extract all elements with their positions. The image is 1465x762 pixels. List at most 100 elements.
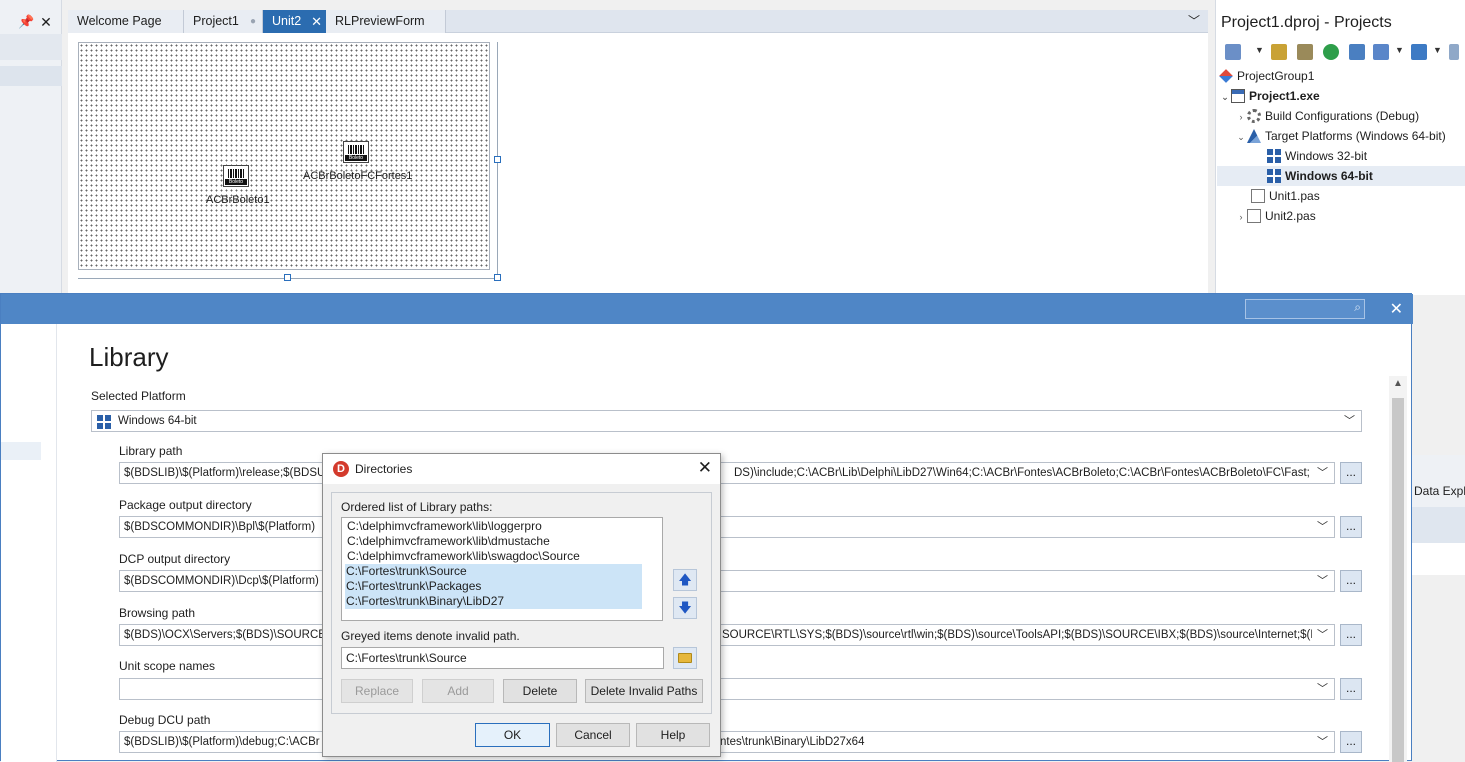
debug-dcu-browse-button[interactable]: ... <box>1340 731 1362 753</box>
list-item[interactable]: C:\delphimvcframework\lib\dmustache <box>346 534 642 549</box>
tree-item-windows-64[interactable]: Windows 64-bit <box>1217 166 1465 186</box>
barcode-icon[interactable]: Boleto <box>343 141 369 163</box>
chevron-down-icon[interactable]: ⌄ <box>1219 87 1231 107</box>
list-item[interactable]: C:\Fortes\trunk\Binary\LibD27 <box>345 594 642 609</box>
scroll-up-icon[interactable]: ▲ <box>1393 378 1403 389</box>
path-input[interactable]: C:\Fortes\trunk\Source <box>341 647 664 669</box>
close-icon[interactable]: ✕ <box>698 458 712 478</box>
directories-dialog: D Directories ✕ Ordered list of Library … <box>322 453 721 757</box>
tree-item-target-platforms[interactable]: ⌄ Target Platforms (Windows 64-bit) <box>1235 126 1446 146</box>
options-icon[interactable] <box>1449 44 1459 60</box>
tree-item-unit1[interactable]: Unit1.pas <box>1251 186 1320 206</box>
package-output-field[interactable]: $(BDSCOMMONDIR)\Bpl\$(Platform) ﹀ <box>119 516 1335 538</box>
build-all-icon[interactable] <box>1411 44 1427 60</box>
form-canvas[interactable] <box>78 42 490 270</box>
resize-grip[interactable] <box>494 156 501 163</box>
dcp-output-browse-button[interactable]: ... <box>1340 570 1362 592</box>
list-scrollbar[interactable]: ▲ ▼ <box>662 518 663 620</box>
project-group-icon <box>1219 69 1233 83</box>
tree-item-projectgroup[interactable]: ProjectGroup1 <box>1219 66 1314 86</box>
library-path-field[interactable]: $(BDSLIB)\$(Platform)\release;$(BDSUS DS… <box>119 462 1335 484</box>
target-platforms-icon <box>1247 129 1261 143</box>
browsing-path-browse-button[interactable]: ... <box>1340 624 1362 646</box>
page-title: Library <box>89 342 169 372</box>
refresh-icon[interactable] <box>1323 44 1339 60</box>
compile-icon[interactable] <box>1373 44 1389 60</box>
tree-label: Windows 64-bit <box>1285 169 1373 183</box>
chevron-down-icon: ﹀ <box>1317 521 1328 533</box>
close-tab-icon[interactable]: ✕ <box>311 10 322 33</box>
move-down-button[interactable]: 🡇 <box>673 597 697 619</box>
ok-button[interactable]: OK <box>475 723 550 747</box>
delphi-logo-icon: D <box>333 461 349 477</box>
left-panel <box>0 0 62 295</box>
selected-platform-label: Selected Platform <box>91 389 186 403</box>
help-button[interactable]: Help <box>636 723 710 747</box>
tab-welcome-page[interactable]: Welcome Page <box>68 10 184 33</box>
delete-button[interactable]: Delete <box>503 679 577 703</box>
list-item[interactable]: C:\delphimvcframework\lib\swagdoc\Source <box>346 549 642 564</box>
chevron-down-icon[interactable]: ▼ <box>1433 45 1442 55</box>
chevron-down-icon[interactable]: ▼ <box>1255 45 1264 55</box>
library-path-browse-button[interactable]: ... <box>1340 462 1362 484</box>
resize-grip[interactable] <box>494 274 501 281</box>
gear-icon <box>1247 109 1261 123</box>
new-item-icon[interactable] <box>1225 44 1241 60</box>
close-icon[interactable]: ✕ <box>38 14 54 30</box>
tree-item-project1-exe[interactable]: ⌄ Project1.exe <box>1219 86 1320 106</box>
chevron-down-icon[interactable]: ﹀ <box>1188 10 1200 33</box>
list-item[interactable]: C:\Fortes\trunk\Source <box>345 564 642 579</box>
left-panel-row[interactable] <box>0 66 62 86</box>
left-panel-row[interactable] <box>0 34 62 60</box>
tree-item-unit2[interactable]: › Unit2.pas <box>1235 206 1316 226</box>
add-folder-icon[interactable] <box>1271 44 1287 60</box>
dcp-output-field[interactable]: $(BDSCOMMONDIR)\Dcp\$(Platform) ﹀ <box>119 570 1335 592</box>
resize-grip[interactable] <box>284 274 291 281</box>
search-icon[interactable]: ⌕ <box>1354 300 1361 315</box>
exe-icon <box>1231 89 1245 103</box>
tab-unit2[interactable]: Unit2 ✕ <box>263 10 326 33</box>
move-up-button[interactable]: 🡅 <box>673 569 697 591</box>
platform-select[interactable]: Windows 64-bit ﹀ <box>91 410 1362 432</box>
unit-scope-field[interactable]: ﹀ <box>119 678 1335 700</box>
unit-scope-browse-button[interactable]: ... <box>1340 678 1362 700</box>
field-text: SOURCE\RTL\SYS;$(BDS)\source\rtl\win;$(B… <box>722 629 1312 641</box>
options-scrollbar[interactable]: ▲ <box>1389 376 1407 762</box>
component-label: ACBrBoletoFCFortes1 <box>303 170 413 182</box>
barcode-icon[interactable]: Boleto <box>223 165 249 187</box>
options-search-input[interactable] <box>1245 299 1365 319</box>
open-folder-icon[interactable] <box>1297 44 1313 60</box>
tab-label: Project1 <box>193 14 239 28</box>
browse-folder-button[interactable] <box>673 647 697 669</box>
nav-selected-item[interactable] <box>1 442 41 460</box>
tab-rlpreviewform[interactable]: RLPreviewForm <box>326 10 446 33</box>
package-output-browse-button[interactable]: ... <box>1340 516 1362 538</box>
path-list[interactable]: C:\delphimvcframework\lib\loggerpro C:\d… <box>341 517 663 621</box>
data-explorer-tab[interactable]: Data Explo <box>1414 484 1465 498</box>
close-icon[interactable]: ✕ <box>1390 299 1403 319</box>
field-text: $(BDSCOMMONDIR)\Bpl\$(Platform) <box>124 521 316 533</box>
browsing-path-field[interactable]: $(BDS)\OCX\Servers;$(BDS)\SOURCE\V SOURC… <box>119 624 1335 646</box>
delete-invalid-paths-button[interactable]: Delete Invalid Paths <box>585 679 703 703</box>
tree-item-windows-32[interactable]: Windows 32-bit <box>1267 146 1367 166</box>
list-item[interactable]: C:\Fortes\trunk\Packages <box>345 579 642 594</box>
replace-button[interactable]: Replace <box>341 679 413 703</box>
chevron-right-icon[interactable]: › <box>1235 207 1247 227</box>
pin-icon[interactable]: 📌 <box>18 14 34 30</box>
field-text: $(BDS)\OCX\Servers;$(BDS)\SOURCE\V <box>124 629 337 641</box>
chevron-down-icon[interactable]: ⌄ <box>1235 127 1247 147</box>
component-icon-text: Boleto <box>345 155 367 161</box>
tree-item-build-configurations[interactable]: › Build Configurations (Debug) <box>1235 106 1419 126</box>
barcode-bars <box>348 145 364 154</box>
chevron-right-icon[interactable]: › <box>1235 107 1247 127</box>
side-panel-row[interactable] <box>1412 507 1465 543</box>
field-text: ntes\trunk\Binary\LibD27x64 <box>720 736 865 748</box>
chevron-down-icon[interactable]: ▼ <box>1395 45 1404 55</box>
add-button[interactable]: Add <box>422 679 494 703</box>
debug-dcu-field[interactable]: $(BDSLIB)\$(Platform)\debug;C:\ACBr ntes… <box>119 731 1335 753</box>
list-item[interactable]: C:\delphimvcframework\lib\loggerpro <box>346 519 642 534</box>
build-icon[interactable] <box>1349 44 1365 60</box>
tab-project1[interactable]: Project1 ● <box>184 10 263 33</box>
cancel-button[interactable]: Cancel <box>556 723 630 747</box>
scroll-thumb[interactable] <box>1392 398 1404 762</box>
